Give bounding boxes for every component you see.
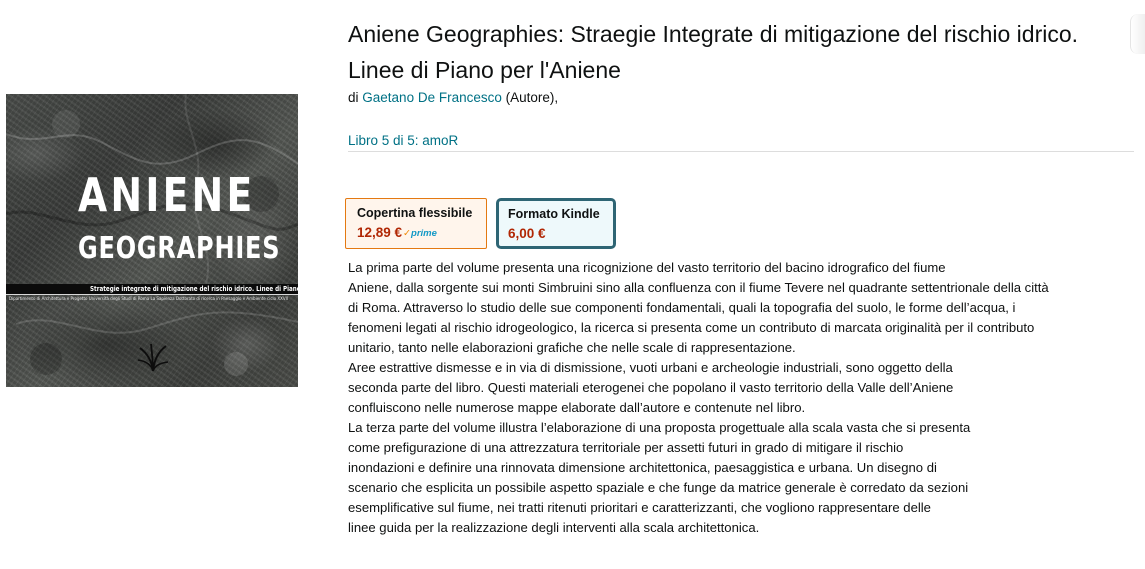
author-link[interactable]: Gaetano De Francesco: [362, 90, 502, 105]
cover-title-text: ANIENE: [78, 168, 256, 222]
series-link[interactable]: Libro 5 di 5: amoR: [348, 132, 458, 149]
description-line: unitario, tanto nelle elaborazioni grafi…: [348, 340, 796, 355]
format-option-kindle[interactable]: Formato Kindle 6,00 €: [496, 198, 616, 249]
description-line: esemplificative sul fiume, nei tratti ri…: [348, 500, 931, 515]
description-line: scenario che esplicita un possibile aspe…: [348, 480, 969, 495]
description-line: La terza parte del volume illustra l’ela…: [348, 420, 971, 435]
description-line: Aniene, dalla sorgente sui monti Simbrui…: [348, 280, 1049, 295]
prime-badge: ✓prime: [403, 229, 437, 239]
prime-check-icon: ✓: [403, 228, 412, 239]
format-label: Formato Kindle: [508, 207, 600, 221]
byline-prefix: di: [348, 90, 359, 105]
byline: di Gaetano De Francesco (Autore),: [348, 89, 558, 106]
section-divider: [348, 151, 1134, 152]
description-line: come prefigurazione di una attrezzatura …: [348, 440, 904, 455]
book-cover-image[interactable]: ANIENE GEOGRAPHIES Strategie integrate d…: [6, 94, 298, 387]
description-line: linee guida per la realizzazione degli i…: [348, 520, 760, 535]
author-role: (Autore),: [505, 90, 559, 105]
description-line: di Roma. Attraverso lo studio delle sue …: [348, 300, 1016, 315]
description-line: confluiscono nelle numerose mappe elabor…: [348, 400, 806, 415]
description-line: inondazioni e definire una rinnovata dim…: [348, 460, 937, 475]
description-line: fenomeni legati al rischio idrogeologico…: [348, 320, 1035, 335]
cover-subtitle-text: GEOGRAPHIES: [78, 231, 281, 266]
format-label: Copertina flessibile: [357, 206, 473, 220]
format-price: 12,89 €: [357, 225, 403, 240]
description-line: seconda parte del libro. Questi material…: [348, 380, 954, 395]
format-price: 6,00 €: [508, 226, 546, 241]
product-title: Aniene Geographies: Straegie Integrate d…: [348, 21, 1079, 83]
cover-credits-text: Dipartimento di Architettura e Progetto …: [9, 296, 288, 301]
format-option-paperback[interactable]: Copertina flessibile 12,89 €✓prime: [345, 198, 487, 249]
cover-band-text: Strategie integrate di mitigazione del r…: [90, 285, 298, 293]
plant-silhouette-icon: [137, 343, 169, 372]
description-line: La prima parte del volume presenta una r…: [348, 260, 946, 275]
book-description: La prima parte del volume presenta una r…: [348, 258, 1145, 538]
description-line: Aree estrattive dismesse e in via di dis…: [348, 360, 953, 375]
prime-logo-text: prime: [411, 228, 437, 239]
cover-divider-line: [6, 294, 298, 295]
carousel-edge-button[interactable]: [1130, 14, 1145, 54]
